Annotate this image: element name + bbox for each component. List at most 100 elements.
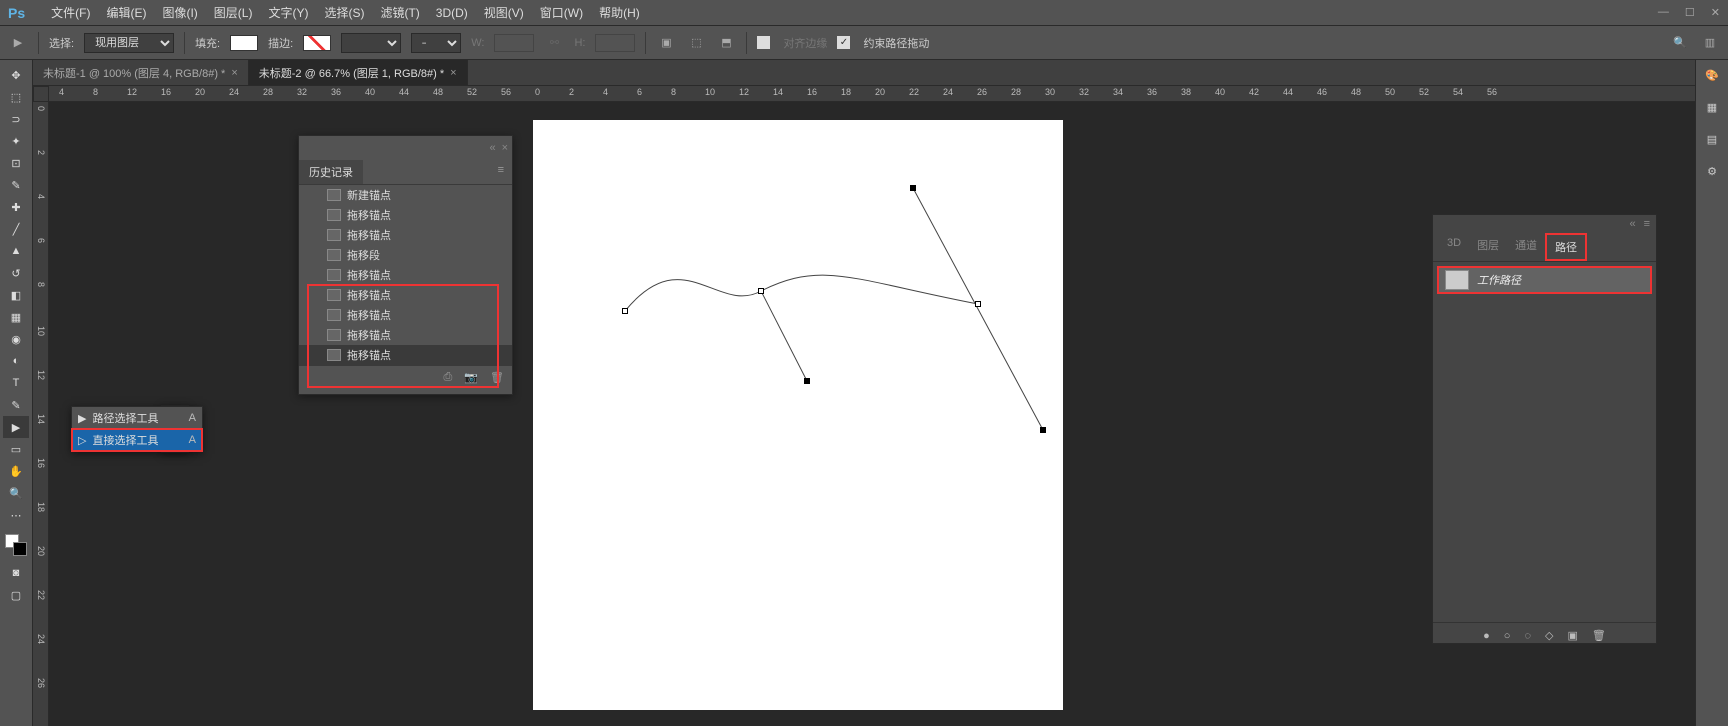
anchor-point[interactable] bbox=[758, 288, 764, 294]
menu-3d[interactable]: 3D(D) bbox=[428, 6, 476, 20]
menu-window[interactable]: 窗口(W) bbox=[532, 4, 591, 21]
constrain-checkbox[interactable]: ✓ bbox=[837, 36, 850, 49]
menu-file[interactable]: 文件(F) bbox=[43, 4, 98, 21]
magic-wand-tool[interactable]: ✦ bbox=[3, 130, 29, 152]
workspace-icon[interactable]: ▥ bbox=[1700, 34, 1720, 52]
select-layer-dropdown[interactable]: 现用图层 bbox=[84, 33, 174, 53]
history-step[interactable]: 拖移锚点 bbox=[299, 325, 512, 345]
move-tool[interactable]: ✥ bbox=[3, 64, 29, 86]
eraser-tool[interactable]: ◧ bbox=[3, 284, 29, 306]
align-edges-checkbox[interactable] bbox=[757, 36, 770, 49]
stamp-tool[interactable]: ▲ bbox=[3, 240, 29, 262]
history-step[interactable]: 拖移锚点 bbox=[299, 205, 512, 225]
brush-tool[interactable]: ╱ bbox=[3, 218, 29, 240]
menu-layer[interactable]: 图层(L) bbox=[206, 4, 261, 21]
menu-select[interactable]: 选择(S) bbox=[316, 4, 372, 21]
marquee-tool[interactable]: ⬚ bbox=[3, 86, 29, 108]
anchor-handle[interactable] bbox=[910, 185, 916, 191]
trash-icon[interactable]: 🗑 bbox=[1592, 629, 1606, 642]
menu-view[interactable]: 视图(V) bbox=[476, 4, 532, 21]
path-item-work-path[interactable]: 工作路径 bbox=[1437, 266, 1652, 294]
history-step[interactable]: 拖移段 bbox=[299, 245, 512, 265]
history-step[interactable]: 拖移锚点 bbox=[299, 265, 512, 285]
lasso-tool[interactable]: ⊃ bbox=[3, 108, 29, 130]
history-step[interactable]: 拖移锚点 bbox=[299, 305, 512, 325]
stroke-width-dropdown[interactable] bbox=[341, 33, 401, 53]
history-step[interactable]: 拖移锚点 bbox=[299, 285, 512, 305]
zoom-tool[interactable]: 🔍 bbox=[3, 482, 29, 504]
path-to-selection-icon[interactable]: ◌ bbox=[1524, 630, 1531, 642]
swatches-panel-icon[interactable]: ▦ bbox=[1700, 96, 1724, 118]
panel-tab-layers[interactable]: 图层 bbox=[1469, 233, 1507, 261]
minimize-icon[interactable]: — bbox=[1658, 6, 1669, 19]
panel-collapse-icon[interactable]: « bbox=[489, 142, 495, 154]
history-panel[interactable]: « × 历史记录 ≡ 新建锚点拖移锚点拖移锚点拖移段拖移锚点拖移锚点拖移锚点拖移… bbox=[298, 135, 513, 395]
new-snapshot-icon[interactable]: ⎙ bbox=[444, 371, 453, 384]
paths-panel[interactable]: « ≡ 3D 图层 通道 路径 工作路径 ● ○ ◌ ◇ ▣ bbox=[1432, 214, 1657, 644]
doc-tab-1[interactable]: 未标题-1 @ 100% (图层 4, RGB/8#) * × bbox=[33, 60, 249, 85]
background-color[interactable] bbox=[13, 542, 27, 556]
adjustments-panel-icon[interactable]: ⚙ bbox=[1700, 160, 1724, 182]
healing-tool[interactable]: ✚ bbox=[3, 196, 29, 218]
anchor-handle[interactable] bbox=[804, 378, 810, 384]
path-selection-tool[interactable]: ▶ bbox=[3, 416, 29, 438]
flyout-direct-selection-tool[interactable]: ▷ 直接选择工具 A bbox=[72, 429, 202, 451]
canvas[interactable] bbox=[533, 120, 1063, 710]
type-tool[interactable]: T bbox=[3, 372, 29, 394]
history-list[interactable]: 新建锚点拖移锚点拖移锚点拖移段拖移锚点拖移锚点拖移锚点拖移锚点拖移锚点 bbox=[299, 185, 512, 365]
history-step[interactable]: 拖移锚点 bbox=[299, 225, 512, 245]
stroke-swatch[interactable] bbox=[303, 35, 331, 51]
fill-path-icon[interactable]: ● bbox=[1483, 630, 1490, 642]
panel-collapse-icon[interactable]: « bbox=[1629, 218, 1635, 230]
search-icon[interactable]: 🔍 bbox=[1670, 34, 1690, 52]
link-icon[interactable]: ⚯ bbox=[544, 34, 564, 52]
align-icon[interactable]: ⬚ bbox=[686, 34, 706, 52]
trash-icon[interactable]: 🗑 bbox=[490, 371, 504, 384]
width-input[interactable] bbox=[494, 34, 534, 52]
menu-edit[interactable]: 编辑(E) bbox=[98, 4, 154, 21]
menu-filter[interactable]: 滤镜(T) bbox=[372, 4, 427, 21]
blur-tool[interactable]: ◉ bbox=[3, 328, 29, 350]
panel-menu-icon[interactable]: ≡ bbox=[1644, 218, 1650, 230]
stroke-style-dropdown[interactable]: — bbox=[411, 33, 461, 53]
arrange-icon[interactable]: ⬒ bbox=[716, 34, 736, 52]
horizontal-ruler[interactable]: 4812162024283236404448525602468101214161… bbox=[49, 86, 1695, 102]
history-step[interactable]: 新建锚点 bbox=[299, 185, 512, 205]
panel-tab-paths[interactable]: 路径 bbox=[1545, 233, 1587, 261]
path-ops-icon[interactable]: ▣ bbox=[656, 34, 676, 52]
history-brush-tool[interactable]: ↺ bbox=[3, 262, 29, 284]
menu-help[interactable]: 帮助(H) bbox=[591, 4, 648, 21]
panel-tab-channels[interactable]: 通道 bbox=[1507, 233, 1545, 261]
close-icon[interactable]: ✕ bbox=[1711, 6, 1720, 19]
fill-swatch[interactable] bbox=[230, 35, 258, 51]
menu-image[interactable]: 图像(I) bbox=[154, 4, 205, 21]
flyout-path-selection-tool[interactable]: ▶ 路径选择工具 A bbox=[72, 407, 202, 429]
quick-mask-tool[interactable]: ◙ bbox=[3, 562, 29, 584]
foreground-background-swatch[interactable] bbox=[3, 534, 29, 562]
camera-icon[interactable]: 📷 bbox=[464, 371, 478, 384]
crop-tool[interactable]: ⊡ bbox=[3, 152, 29, 174]
maximize-icon[interactable]: ☐ bbox=[1685, 6, 1695, 19]
new-path-icon[interactable]: ▣ bbox=[1567, 629, 1577, 642]
mask-icon[interactable]: ◇ bbox=[1545, 629, 1553, 642]
doc-tab-2[interactable]: 未标题-2 @ 66.7% (图层 1, RGB/8#) * × bbox=[249, 60, 468, 85]
history-step[interactable]: 拖移锚点 bbox=[299, 345, 512, 365]
tab-close-icon[interactable]: × bbox=[231, 67, 237, 79]
rectangle-tool[interactable]: ▭ bbox=[3, 438, 29, 460]
hand-tool[interactable]: ✋ bbox=[3, 460, 29, 482]
panel-tab-3d[interactable]: 3D bbox=[1439, 233, 1469, 261]
tool-preset-icon[interactable]: ▶ bbox=[8, 34, 28, 52]
pen-tool[interactable]: ✎ bbox=[3, 394, 29, 416]
eyedropper-tool[interactable]: ✎ bbox=[3, 174, 29, 196]
color-panel-icon[interactable]: 🎨 bbox=[1700, 64, 1724, 86]
gradient-tool[interactable]: ▦ bbox=[3, 306, 29, 328]
stroke-path-icon[interactable]: ○ bbox=[1504, 630, 1511, 642]
history-tab[interactable]: 历史记录 bbox=[299, 160, 363, 184]
dodge-tool[interactable]: ◐ bbox=[3, 350, 29, 372]
vertical-ruler[interactable]: 02468101214161820222426 bbox=[33, 102, 49, 726]
anchor-point[interactable] bbox=[975, 301, 981, 307]
edit-toolbar-button[interactable]: ⋯ bbox=[3, 504, 29, 526]
libraries-panel-icon[interactable]: ▤ bbox=[1700, 128, 1724, 150]
menu-type[interactable]: 文字(Y) bbox=[260, 4, 316, 21]
height-input[interactable] bbox=[595, 34, 635, 52]
